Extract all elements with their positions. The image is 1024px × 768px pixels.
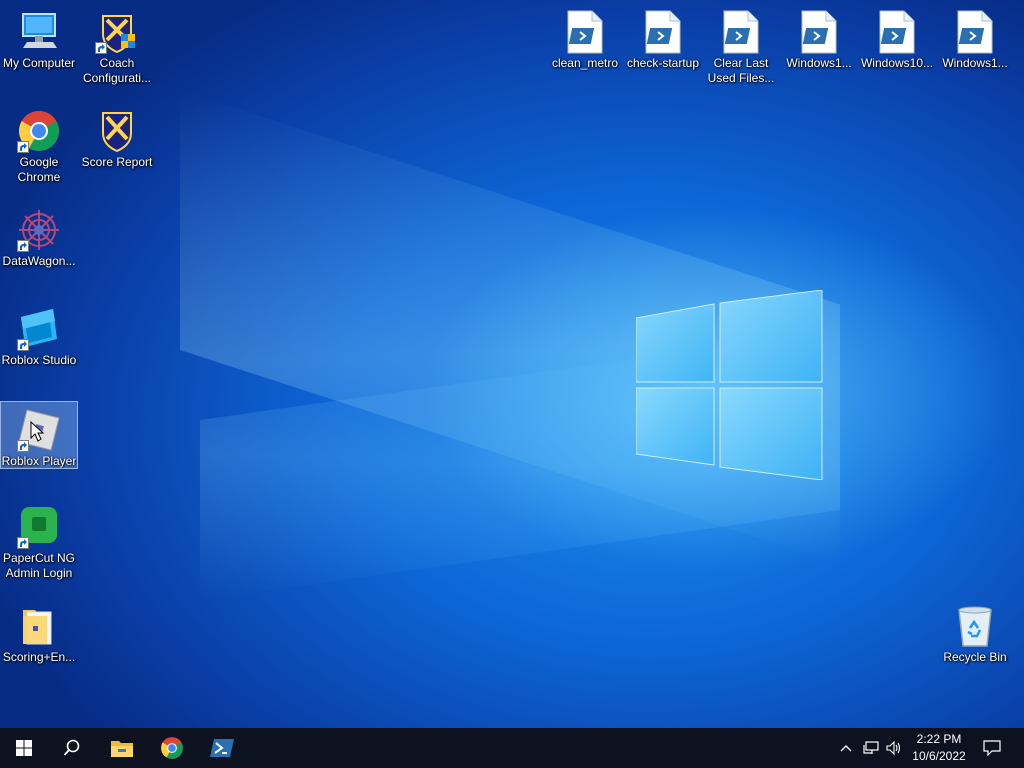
icon-label: Windows1... <box>786 56 852 70</box>
roblox-studio-icon <box>17 307 61 351</box>
search-icon <box>63 739 80 756</box>
icon-label: clean_metro <box>551 56 619 70</box>
shield-crest-icon <box>95 109 139 153</box>
desktop-icon-coach-configuration[interactable]: Coach Configurati... <box>79 4 155 86</box>
icon-label: Clear Last Used Files... <box>707 56 775 85</box>
start-icon <box>16 740 32 756</box>
file-explorer-icon <box>111 741 133 757</box>
powershell-taskbar-button[interactable] <box>198 728 246 768</box>
start-button[interactable] <box>0 728 48 768</box>
datawagon-gear-icon <box>17 208 61 252</box>
computer-icon <box>17 10 61 54</box>
taskbar: 2:22 PM 10/6/2022 <box>0 728 1024 768</box>
icon-label: check-startup <box>626 56 700 70</box>
shortcut-arrow-icon <box>17 141 29 153</box>
chrome-icon <box>161 737 183 759</box>
desktop-icon-roblox-player[interactable]: Roblox Player <box>0 401 78 469</box>
taskbar-clock[interactable]: 2:22 PM 10/6/2022 <box>906 731 972 765</box>
desktop-icon-windows10[interactable]: Windows10... <box>859 4 935 71</box>
icon-label: Roblox Studio <box>1 353 77 367</box>
icon-label: PaperCut NG Admin Login <box>2 551 76 580</box>
powershell-script-icon <box>956 10 994 54</box>
volume-button[interactable] <box>884 728 904 768</box>
powershell-script-icon <box>800 10 838 54</box>
network-icon <box>863 741 879 754</box>
desktop-icon-clean-metro[interactable]: clean_metro <box>547 4 623 71</box>
icon-label: Recycle Bin <box>943 650 1007 664</box>
icon-label: Windows10... <box>860 56 934 70</box>
volume-icon <box>886 741 901 755</box>
shortcut-arrow-icon <box>17 240 29 252</box>
desktop-icon-windows1-a[interactable]: Windows1... <box>781 4 857 71</box>
roblox-player-icon <box>17 408 61 452</box>
desktop-icon-datawagon[interactable]: DataWagon... <box>1 202 77 269</box>
file-explorer-button[interactable] <box>98 728 146 768</box>
shortcut-arrow-icon <box>17 440 29 452</box>
papercut-icon <box>17 505 61 549</box>
desktop-icon-roblox-studio[interactable]: Roblox Studio <box>1 301 77 368</box>
shortcut-arrow-icon <box>17 537 29 549</box>
chevron-up-icon <box>840 745 852 752</box>
desktop-icon-score-report[interactable]: Score Report <box>79 103 155 170</box>
search-button[interactable] <box>48 728 96 768</box>
desktop-icon-check-startup[interactable]: check-startup <box>625 4 701 71</box>
icon-label: Scoring+En... <box>2 650 76 664</box>
windows-logo-wallpaper <box>636 290 823 480</box>
clock-date: 10/6/2022 <box>912 749 966 763</box>
chrome-taskbar-button[interactable] <box>148 728 196 768</box>
shortcut-arrow-icon <box>95 42 107 54</box>
powershell-script-icon <box>566 10 604 54</box>
powershell-script-icon <box>722 10 760 54</box>
folder-icon <box>17 604 61 648</box>
desktop-icon-scoring-engine[interactable]: Scoring+En... <box>1 598 77 665</box>
show-hidden-icons-button[interactable] <box>836 728 856 768</box>
action-center-button[interactable] <box>978 728 1006 768</box>
icon-label: DataWagon... <box>2 254 76 268</box>
shield-crest-icon <box>95 10 139 54</box>
powershell-icon <box>210 739 234 757</box>
icon-label: My Computer <box>2 56 76 70</box>
desktop-icon-papercut[interactable]: PaperCut NG Admin Login <box>1 499 77 581</box>
chrome-icon <box>17 109 61 153</box>
desktop-icon-clear-last-used[interactable]: Clear Last Used Files... <box>703 4 779 86</box>
desktop-icon-windows1-b[interactable]: Windows1... <box>937 4 1013 71</box>
icon-label: Google Chrome <box>17 155 61 184</box>
icon-label: Windows1... <box>942 56 1008 70</box>
clock-time: 2:22 PM <box>916 732 962 746</box>
powershell-script-icon <box>644 10 682 54</box>
icon-label: Score Report <box>81 155 153 169</box>
recycle-bin-icon <box>953 604 997 648</box>
desktop-icon-google-chrome[interactable]: Google Chrome <box>1 103 77 185</box>
icon-label: Coach Configurati... <box>82 56 152 85</box>
icon-label: Roblox Player <box>1 454 77 468</box>
powershell-script-icon <box>878 10 916 54</box>
desktop-icon-my-computer[interactable]: My Computer <box>1 4 77 71</box>
desktop-icon-recycle-bin[interactable]: Recycle Bin <box>937 598 1013 665</box>
network-button[interactable] <box>860 728 882 768</box>
shortcut-arrow-icon <box>17 339 29 351</box>
notification-icon <box>983 740 1001 756</box>
